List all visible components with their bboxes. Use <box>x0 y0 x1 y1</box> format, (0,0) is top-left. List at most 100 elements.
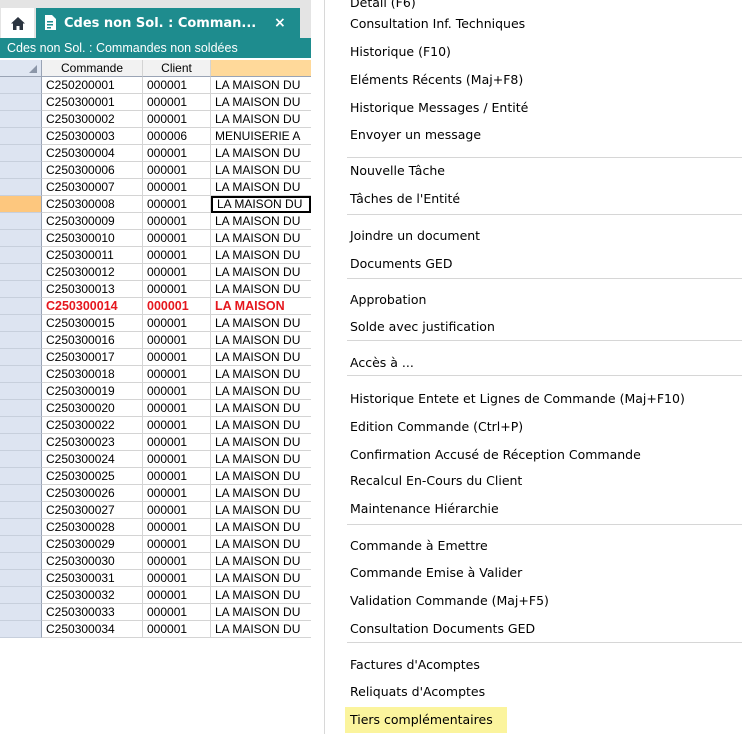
menu-item[interactable]: Recalcul En-Cours du Client <box>325 468 742 494</box>
cell-client[interactable]: 000001 <box>143 349 211 366</box>
cell-name[interactable]: LA MAISON DU <box>211 264 311 281</box>
row-selector[interactable] <box>0 247 42 264</box>
cell-name[interactable]: LA MAISON DU <box>211 621 311 638</box>
cell-client[interactable]: 000001 <box>143 553 211 570</box>
menu-item[interactable]: Joindre un document <box>325 223 742 249</box>
table-row[interactable]: C250200001 000001 LA MAISON DU <box>0 77 311 94</box>
cell-name[interactable]: LA MAISON DU <box>211 94 311 111</box>
row-selector[interactable] <box>0 366 42 383</box>
cell-name[interactable]: LA MAISON DU <box>211 145 311 162</box>
home-tab[interactable] <box>1 8 34 38</box>
cell-commande[interactable]: C250300023 <box>42 434 143 451</box>
cell-client[interactable]: 000001 <box>143 536 211 553</box>
cell-client[interactable]: 000001 <box>143 230 211 247</box>
cell-name[interactable]: LA MAISON DU <box>211 196 311 213</box>
cell-client[interactable]: 000001 <box>143 451 211 468</box>
cell-commande[interactable]: C250300028 <box>42 519 143 536</box>
cell-client[interactable]: 000001 <box>143 94 211 111</box>
menu-item[interactable]: Historique Entete et Lignes de Commande … <box>325 386 742 412</box>
cell-client[interactable]: 000001 <box>143 264 211 281</box>
cell-client[interactable]: 000001 <box>143 145 211 162</box>
cell-name[interactable]: LA MAISON DU <box>211 519 311 536</box>
cell-client[interactable]: 000001 <box>143 570 211 587</box>
row-selector[interactable] <box>0 451 42 468</box>
cell-commande[interactable]: C250300003 <box>42 128 143 145</box>
menu-item[interactable]: Historique (F10) <box>325 39 742 65</box>
row-selector[interactable] <box>0 264 42 281</box>
menu-item[interactable]: Validation Commande (Maj+F5) <box>325 588 742 614</box>
row-selector[interactable] <box>0 128 42 145</box>
table-row[interactable]: C250300022 000001 LA MAISON DU <box>0 417 311 434</box>
row-selector[interactable] <box>0 621 42 638</box>
cell-name[interactable]: LA MAISON DU <box>211 604 311 621</box>
table-row[interactable]: C250300001 000001 LA MAISON DU <box>0 94 311 111</box>
menu-item[interactable]: Consultation Documents GED <box>325 616 742 642</box>
cell-commande[interactable]: C250300008 <box>42 196 143 213</box>
cell-commande[interactable]: C250300033 <box>42 604 143 621</box>
table-row[interactable]: C250300029 000001 LA MAISON DU <box>0 536 311 553</box>
row-selector[interactable] <box>0 196 42 213</box>
cell-client[interactable]: 000001 <box>143 468 211 485</box>
cell-name[interactable]: LA MAISON DU <box>211 111 311 128</box>
cell-client[interactable]: 000001 <box>143 587 211 604</box>
cell-client[interactable]: 000006 <box>143 128 211 145</box>
menu-item[interactable]: Nouvelle Tâche <box>325 158 742 184</box>
cell-client[interactable]: 000001 <box>143 162 211 179</box>
row-selector[interactable] <box>0 298 42 315</box>
row-selector[interactable] <box>0 502 42 519</box>
table-row[interactable]: C250300002 000001 LA MAISON DU <box>0 111 311 128</box>
table-row[interactable]: C250300007 000001 LA MAISON DU <box>0 179 311 196</box>
cell-name[interactable]: LA MAISON DU <box>211 400 311 417</box>
cell-commande[interactable]: C250300011 <box>42 247 143 264</box>
cell-name[interactable]: LA MAISON DU <box>211 230 311 247</box>
cell-commande[interactable]: C250300014 <box>42 298 143 315</box>
row-selector[interactable] <box>0 417 42 434</box>
cell-client[interactable]: 000001 <box>143 485 211 502</box>
row-selector[interactable] <box>0 213 42 230</box>
cell-client[interactable]: 000001 <box>143 332 211 349</box>
row-selector[interactable] <box>0 536 42 553</box>
cell-client[interactable]: 000001 <box>143 281 211 298</box>
row-selector[interactable] <box>0 179 42 196</box>
cell-client[interactable]: 000001 <box>143 247 211 264</box>
menu-item[interactable]: Commande à Emettre <box>325 533 742 559</box>
cell-name[interactable]: LA MAISON DU <box>211 247 311 264</box>
row-selector[interactable] <box>0 485 42 502</box>
menu-item[interactable]: Documents GED <box>325 251 742 277</box>
cell-commande[interactable]: C250300031 <box>42 570 143 587</box>
column-header-name[interactable] <box>211 60 311 77</box>
row-selector[interactable] <box>0 468 42 485</box>
row-selector[interactable] <box>0 94 42 111</box>
cell-name[interactable]: LA MAISON DU <box>211 468 311 485</box>
table-row[interactable]: C250300016 000001 LA MAISON DU <box>0 332 311 349</box>
menu-item[interactable]: Confirmation Accusé de Réception Command… <box>325 442 742 468</box>
menu-item[interactable]: Tâches de l'Entité <box>325 186 742 212</box>
table-row[interactable]: C250300003 000006 MENUISERIE A <box>0 128 311 145</box>
cell-name[interactable]: LA MAISON DU <box>211 349 311 366</box>
table-row[interactable]: C250300008 000001 LA MAISON DU <box>0 196 311 213</box>
cell-client[interactable]: 000001 <box>143 519 211 536</box>
cell-client[interactable]: 000001 <box>143 179 211 196</box>
table-row[interactable]: C250300010 000001 LA MAISON DU <box>0 230 311 247</box>
row-selector[interactable] <box>0 315 42 332</box>
row-selector[interactable] <box>0 281 42 298</box>
cell-name[interactable]: LA MAISON DU <box>211 77 311 94</box>
cell-name[interactable]: LA MAISON DU <box>211 179 311 196</box>
menu-item[interactable]: Accès à ... <box>325 350 742 376</box>
cell-commande[interactable]: C250300034 <box>42 621 143 638</box>
table-row[interactable]: C250300017 000001 LA MAISON DU <box>0 349 311 366</box>
menu-item[interactable]: Edition Commande (Ctrl+P) <box>325 414 742 440</box>
menu-item[interactable]: Eléments Récents (Maj+F8) <box>325 67 742 93</box>
cell-name[interactable]: LA MAISON DU <box>211 281 311 298</box>
tab-close-button[interactable]: × <box>274 15 286 31</box>
cell-commande[interactable]: C250300027 <box>42 502 143 519</box>
menu-item[interactable]: Consultation Inf. Techniques <box>325 11 742 37</box>
menu-item[interactable]: Approbation <box>325 287 742 313</box>
table-row[interactable]: C250300024 000001 LA MAISON DU <box>0 451 311 468</box>
table-row[interactable]: C250300004 000001 LA MAISON DU <box>0 145 311 162</box>
cell-name[interactable]: LA MAISON DU <box>211 434 311 451</box>
row-selector[interactable] <box>0 349 42 366</box>
cell-client[interactable]: 000001 <box>143 383 211 400</box>
cell-commande[interactable]: C250300017 <box>42 349 143 366</box>
cell-commande[interactable]: C250300007 <box>42 179 143 196</box>
